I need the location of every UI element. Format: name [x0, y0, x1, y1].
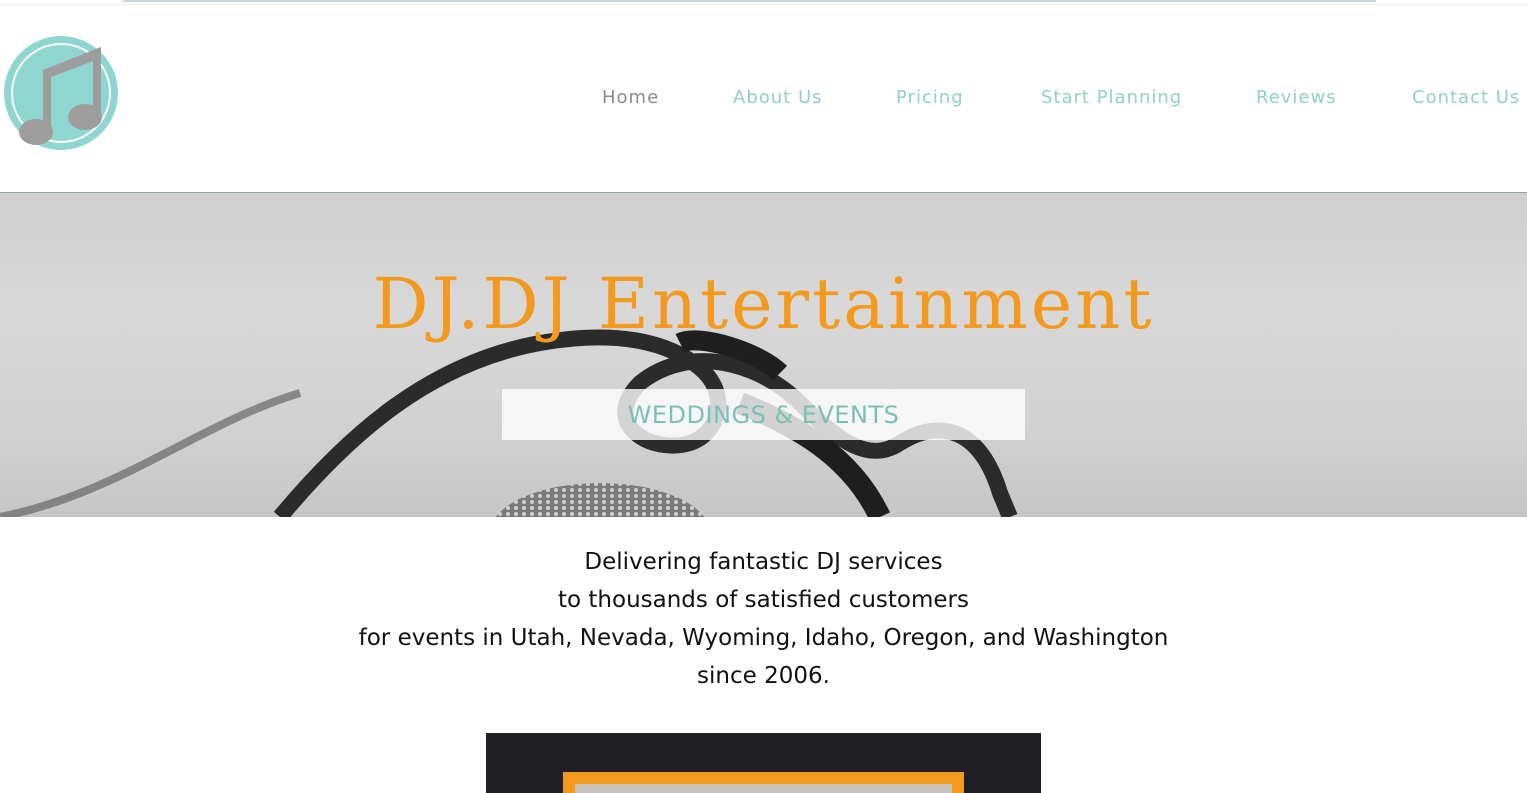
- hero-banner: DJ.DJ Entertainment WEDDINGS & EVENTS: [0, 193, 1527, 517]
- hero-title: DJ.DJ Entertainment: [372, 263, 1155, 345]
- tagline-line: to thousands of satisfied customers: [558, 587, 969, 613]
- nav-item-about-us[interactable]: About Us: [733, 87, 823, 108]
- nav-item-reviews[interactable]: Reviews: [1256, 87, 1337, 108]
- media-panel[interactable]: [486, 733, 1041, 793]
- hero-subtitle: WEDDINGS & EVENTS: [627, 400, 900, 429]
- media-thumbnail[interactable]: [575, 784, 952, 793]
- nav-item-pricing[interactable]: Pricing: [896, 87, 964, 108]
- tagline: Delivering fantastic DJ services to thou…: [0, 543, 1527, 695]
- tagline-line: Delivering fantastic DJ services: [584, 549, 943, 575]
- nav-item-start-planning[interactable]: Start Planning: [1041, 87, 1182, 108]
- page: Home About Us Pricing Start Planning Rev…: [0, 0, 1527, 793]
- tagline-line: since 2006.: [697, 663, 830, 689]
- microphone-icon: [0, 329, 1018, 517]
- nav-item-contact-us[interactable]: Contact Us: [1412, 87, 1520, 108]
- top-divider: [123, 0, 1376, 2]
- hero-subtitle-box: WEDDINGS & EVENTS: [502, 389, 1025, 440]
- tagline-line: for events in Utah, Nevada, Wyoming, Ida…: [358, 625, 1169, 651]
- media-frame: [563, 772, 964, 793]
- nav-item-home[interactable]: Home: [602, 87, 659, 108]
- main-nav: Home About Us Pricing Start Planning Rev…: [0, 87, 1527, 111]
- site-header: Home About Us Pricing Start Planning Rev…: [0, 5, 1527, 193]
